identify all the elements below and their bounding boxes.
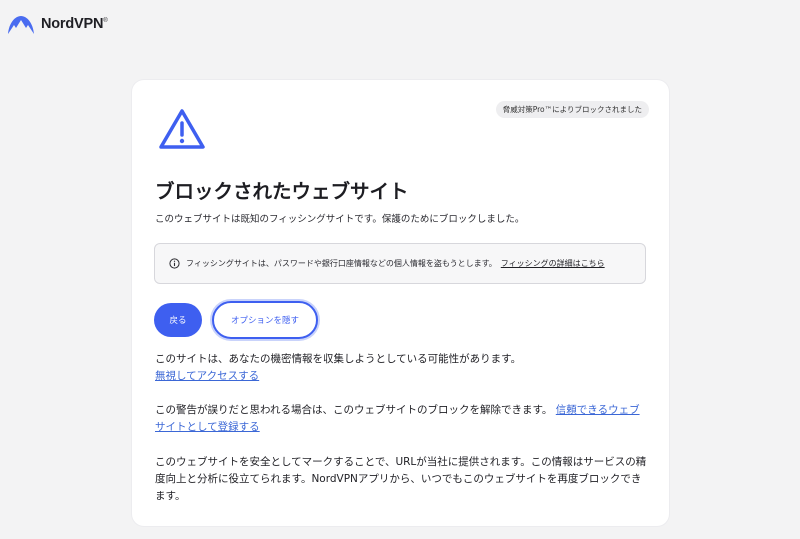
phishing-info-text: フィッシングサイトは、パスワードや銀行口座情報などの個人情報を盗もうとします。: [186, 259, 497, 268]
info-circle-icon: [169, 258, 180, 269]
ignore-text: このサイトは、あなたの機密情報を収集しようとしている可能性があります。: [155, 353, 522, 365]
threat-protection-badge: 脅威対策Pro™によりブロックされました: [495, 101, 649, 118]
unblock-text: この警告が誤りだと思われる場合は、このウェブサイトのブロックを解除できます。: [155, 404, 553, 416]
ignore-and-access-link[interactable]: 無視してアクセスする: [155, 370, 259, 382]
phishing-info-box: フィッシングサイトは、パスワードや銀行口座情報などの個人情報を盗もうとします。 …: [154, 243, 646, 284]
ignore-paragraph: このサイトは、あなたの機密情報を収集しようとしている可能性があります。 無視して…: [155, 351, 650, 385]
warning-triangle-icon: [159, 109, 205, 149]
nordvpn-mountain-logo-icon: [8, 16, 34, 34]
mark-safe-paragraph: このウェブサイトを安全としてマークすることで、URLが当社に提供されます。この情…: [155, 456, 647, 502]
nordvpn-logo[interactable]: NordVPN®: [6, 13, 108, 35]
block-card: 脅威対策Pro™によりブロックされました ブロックされたウェブサイト このウェブ…: [132, 80, 669, 526]
hide-options-button[interactable]: オプションを隠す: [212, 301, 318, 339]
top-bar: NordVPN®: [0, 0, 800, 50]
brand-name: NordVPN®: [41, 16, 108, 32]
page-subtitle: このウェブサイトは既知のフィッシングサイトです。保護のためにブロックしました。: [155, 214, 525, 225]
unblock-paragraph: この警告が誤りだと思われる場合は、このウェブサイトのブロックを解除できます。 信…: [155, 402, 650, 436]
page-title: ブロックされたウェブサイト: [155, 180, 409, 203]
phishing-details-link[interactable]: フィッシングの詳細はこちら: [501, 258, 605, 269]
back-button[interactable]: 戻る: [154, 303, 202, 337]
